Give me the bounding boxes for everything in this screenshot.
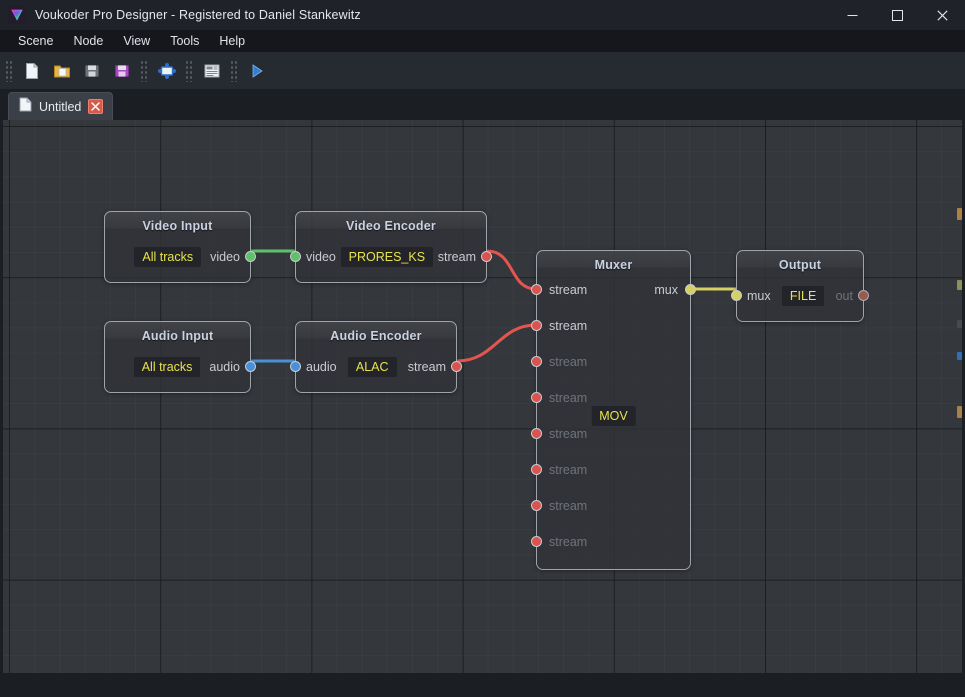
port-label-stream-in-8: stream (549, 535, 588, 549)
menu-bar: Scene Node View Tools Help (0, 30, 965, 52)
node-audio-input[interactable]: Audio Input All tracks audio (104, 321, 256, 393)
node-title: Muxer (594, 258, 633, 272)
port-label-stream-out: stream (407, 360, 446, 374)
node-title: Video Encoder (346, 219, 436, 233)
port-label-out: out (835, 289, 853, 303)
port-label-video-in: video (306, 250, 336, 264)
port-label-stream-out: stream (437, 250, 476, 264)
wire-audio-stream (456, 323, 537, 363)
connection-wires (251, 249, 736, 363)
port-label-stream-in-2: stream (549, 319, 588, 333)
port-dot-stream-out[interactable] (451, 361, 462, 372)
node-title: Audio Input (141, 329, 214, 343)
node-muxer[interactable]: Muxer stream stream stream stream stream (531, 250, 696, 570)
window-title: Voukoder Pro Designer - Registered to Da… (35, 8, 361, 22)
edge-marker-3 (957, 320, 962, 328)
port-label-stream-in-4: stream (549, 391, 588, 405)
port-dot-stream-in-2[interactable] (531, 320, 542, 331)
canvas-area: Video Input All tracks video Video Encod… (0, 120, 965, 697)
node-icon[interactable] (154, 58, 180, 84)
node-video-input[interactable]: Video Input All tracks video (104, 211, 256, 283)
toolbar-grip-4[interactable] (230, 59, 239, 82)
port-label-video-out: video (210, 250, 240, 264)
play-icon[interactable] (244, 58, 270, 84)
port-label-stream-in-5: stream (549, 427, 588, 441)
window-controls (830, 0, 965, 30)
port-label-stream-in-3: stream (549, 355, 588, 369)
node-badge[interactable]: MOV (591, 406, 636, 426)
port-dot-stream-in-6[interactable] (531, 464, 542, 475)
menu-item-help[interactable]: Help (209, 32, 255, 50)
port-dot-stream-in-7[interactable] (531, 500, 542, 511)
node-output[interactable]: Output mux FILE out (731, 250, 869, 322)
port-dot-stream-in-5[interactable] (531, 428, 542, 439)
node-title: Audio Encoder (330, 329, 422, 343)
port-label-mux-out: mux (654, 283, 678, 297)
document-icon (19, 97, 32, 117)
toolbar (0, 52, 965, 90)
node-badge[interactable]: All tracks (134, 247, 202, 267)
log-report-icon[interactable] (199, 58, 225, 84)
port-dot-audio-in[interactable] (290, 361, 301, 372)
node-video-encoder[interactable]: Video Encoder video PRORES_KS stream (290, 211, 492, 283)
port-dot-stream-in-1[interactable] (531, 284, 542, 295)
port-label-mux-in: mux (747, 289, 771, 303)
edge-marker-2 (957, 280, 962, 290)
node-badge[interactable]: ALAC (347, 357, 397, 377)
tab-bar: Untitled (0, 90, 965, 120)
node-audio-encoder[interactable]: Audio Encoder audio ALAC stream (290, 321, 462, 393)
save-as-floppy-icon[interactable] (109, 58, 135, 84)
close-x-icon[interactable] (88, 99, 104, 114)
node-title: Output (778, 258, 822, 272)
port-dot-mux-out[interactable] (685, 284, 696, 295)
port-label-stream-in-6: stream (549, 463, 588, 477)
port-dot-video-in[interactable] (290, 251, 301, 262)
port-dot-audio-out[interactable] (245, 361, 256, 372)
toolbar-grip-2[interactable] (140, 59, 149, 82)
canvas-bottom-strip (0, 673, 965, 697)
voukoder-prism-logo-icon (8, 6, 26, 24)
maximize-icon[interactable] (875, 0, 920, 30)
close-icon[interactable] (920, 0, 965, 30)
new-document-icon[interactable] (19, 58, 45, 84)
node-title: Video Input (142, 219, 213, 233)
edge-marker-5 (957, 406, 962, 418)
title-bar: Voukoder Pro Designer - Registered to Da… (0, 0, 965, 30)
wire-video-stream (486, 249, 537, 291)
port-dot-stream-in-4[interactable] (531, 392, 542, 403)
port-dot-stream-out[interactable] (481, 251, 492, 262)
toolbar-grip-1[interactable] (5, 59, 14, 82)
tab-label: Untitled (39, 99, 82, 114)
port-label-audio-in: audio (306, 360, 337, 374)
edge-marker-1 (957, 208, 962, 220)
port-label-audio-out: audio (209, 360, 240, 374)
minimize-icon[interactable] (830, 0, 875, 30)
node-badge[interactable]: FILE (781, 286, 825, 306)
port-dot-out[interactable] (858, 290, 869, 301)
menu-item-view[interactable]: View (113, 32, 160, 50)
menu-item-scene[interactable]: Scene (8, 32, 63, 50)
edge-marker-4 (957, 352, 962, 360)
port-dot-stream-in-8[interactable] (531, 536, 542, 547)
port-label-stream-in-7: stream (549, 499, 588, 513)
application-window: Voukoder Pro Designer - Registered to Da… (0, 0, 965, 697)
menu-item-tools[interactable]: Tools (160, 32, 209, 50)
node-badge[interactable]: PRORES_KS (340, 247, 434, 267)
port-dot-mux-in[interactable] (731, 290, 742, 301)
tab-untitled[interactable]: Untitled (8, 92, 114, 120)
node-graph-canvas[interactable]: Video Input All tracks video Video Encod… (3, 120, 962, 673)
port-dot-video-out[interactable] (245, 251, 256, 262)
open-folder-icon[interactable] (49, 58, 75, 84)
save-floppy-icon[interactable] (79, 58, 105, 84)
menu-item-node[interactable]: Node (63, 32, 113, 50)
port-dot-stream-in-3[interactable] (531, 356, 542, 367)
toolbar-grip-3[interactable] (185, 59, 194, 82)
node-badge[interactable]: All tracks (133, 357, 201, 377)
